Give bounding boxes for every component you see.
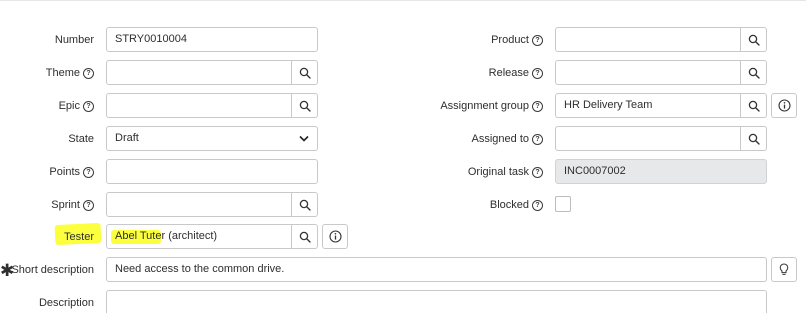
sprint-lookup-button[interactable] bbox=[292, 192, 318, 217]
tester-label: Tester bbox=[64, 231, 94, 243]
info-icon bbox=[328, 230, 342, 243]
product-lookup-button[interactable] bbox=[741, 27, 767, 52]
theme-label: Theme? bbox=[0, 65, 94, 81]
lightbulb-icon bbox=[779, 263, 789, 275]
number-field[interactable]: STRY0010004 bbox=[106, 27, 318, 52]
search-icon bbox=[748, 100, 760, 112]
tester-field[interactable]: Abel Tuter (architect) bbox=[106, 224, 292, 249]
help-icon[interactable]: ? bbox=[83, 199, 94, 211]
search-icon bbox=[299, 231, 311, 243]
help-icon[interactable]: ? bbox=[532, 67, 543, 79]
help-icon[interactable]: ? bbox=[83, 166, 94, 178]
help-icon[interactable]: ? bbox=[532, 100, 543, 112]
epic-lookup-button[interactable] bbox=[292, 93, 318, 118]
assigned-to-label: Assigned to? bbox=[420, 131, 543, 147]
assigned-to-field[interactable] bbox=[555, 126, 741, 151]
blocked-checkbox[interactable] bbox=[555, 196, 571, 212]
blocked-label: Blocked? bbox=[420, 197, 543, 213]
points-label: Points? bbox=[0, 164, 94, 180]
product-field[interactable] bbox=[555, 27, 741, 52]
theme-field[interactable] bbox=[106, 60, 292, 85]
short-description-label: Short description bbox=[11, 264, 94, 276]
number-label: Number bbox=[54, 34, 94, 46]
state-select[interactable]: Draft bbox=[106, 126, 318, 151]
help-icon[interactable]: ? bbox=[532, 133, 543, 145]
release-label: Release? bbox=[420, 65, 543, 81]
suggestion-button[interactable] bbox=[771, 257, 797, 282]
help-icon[interactable]: ? bbox=[532, 199, 543, 211]
sprint-label: Sprint? bbox=[0, 197, 94, 213]
search-icon bbox=[748, 67, 760, 79]
description-label: Description bbox=[38, 297, 94, 309]
search-icon bbox=[299, 199, 311, 211]
original-task-label: Original task? bbox=[420, 164, 543, 180]
assignment-group-lookup-button[interactable] bbox=[741, 93, 767, 118]
search-icon bbox=[299, 100, 311, 112]
assigned-to-lookup-button[interactable] bbox=[741, 126, 767, 151]
epic-field[interactable] bbox=[106, 93, 292, 118]
tester-info-button[interactable] bbox=[322, 224, 348, 249]
state-label: State bbox=[68, 133, 94, 145]
help-icon[interactable]: ? bbox=[83, 67, 94, 79]
search-icon bbox=[299, 67, 311, 79]
search-icon bbox=[748, 133, 760, 145]
short-description-field[interactable]: Need access to the common drive. bbox=[106, 257, 767, 282]
epic-label: Epic? bbox=[0, 98, 94, 114]
assignment-group-field[interactable]: HR Delivery Team bbox=[555, 93, 741, 118]
chevron-down-icon bbox=[299, 135, 309, 142]
points-field[interactable] bbox=[106, 159, 318, 184]
tester-lookup-button[interactable] bbox=[292, 224, 318, 249]
assignment-group-info-button[interactable] bbox=[771, 93, 797, 118]
release-field[interactable] bbox=[555, 60, 741, 85]
search-icon bbox=[748, 34, 760, 46]
help-icon[interactable]: ? bbox=[532, 166, 543, 178]
theme-lookup-button[interactable] bbox=[292, 60, 318, 85]
description-field[interactable] bbox=[106, 290, 767, 313]
info-icon bbox=[777, 99, 791, 112]
help-icon[interactable]: ? bbox=[83, 100, 94, 112]
help-icon[interactable]: ? bbox=[532, 34, 543, 46]
release-lookup-button[interactable] bbox=[741, 60, 767, 85]
original-task-field: INC0007002 bbox=[555, 159, 767, 184]
top-divider bbox=[0, 0, 806, 1]
sprint-field[interactable] bbox=[106, 192, 292, 217]
assignment-group-label: Assignment group? bbox=[420, 98, 543, 114]
product-label: Product? bbox=[420, 32, 543, 48]
